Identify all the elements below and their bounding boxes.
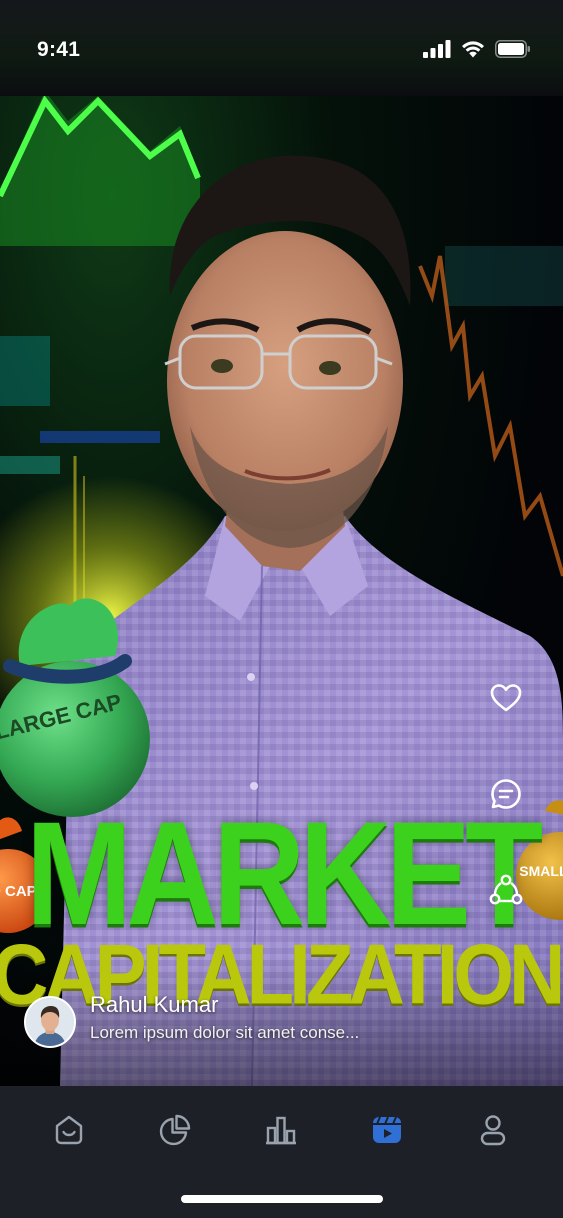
reel-caption[interactable]: Lorem ipsum dolor sit amet conse... [90, 1022, 359, 1044]
tab-markets[interactable] [261, 1110, 301, 1150]
home-icon [51, 1112, 87, 1148]
status-time: 9:41 [37, 38, 81, 61]
wifi-icon [461, 40, 485, 58]
tab-portfolio[interactable] [155, 1110, 195, 1150]
reels-screen: 9:41 LARGE CAP CAP SMALL MARKET CAPITALI… [0, 0, 563, 1218]
share-button[interactable] [488, 872, 524, 908]
pie-chart-icon [157, 1112, 193, 1148]
like-button[interactable] [488, 680, 524, 716]
heart-icon [488, 680, 524, 716]
bottom-tab-bar [0, 1086, 563, 1218]
share-icon [488, 872, 524, 908]
battery-icon [495, 40, 531, 58]
home-indicator[interactable] [181, 1195, 383, 1203]
avatar[interactable] [24, 996, 76, 1048]
tab-reels[interactable] [367, 1110, 407, 1150]
status-icons [423, 40, 531, 58]
reel-video[interactable]: LARGE CAP MID CAP SMALL CAP MARKET CAPIT… [0, 96, 563, 1086]
tab-profile[interactable] [473, 1110, 513, 1150]
tab-home[interactable] [49, 1110, 89, 1150]
bar-chart-icon [263, 1112, 299, 1148]
comment-button[interactable] [488, 776, 524, 812]
video-clapper-icon [369, 1112, 405, 1148]
user-icon [475, 1112, 511, 1148]
status-bar: 9:41 [0, 0, 563, 96]
reel-author[interactable]: Rahul Kumar Lorem ipsum dolor sit amet c… [24, 992, 359, 1048]
cellular-signal-icon [423, 40, 451, 58]
author-name[interactable]: Rahul Kumar [90, 992, 359, 1018]
author-text: Rahul Kumar Lorem ipsum dolor sit amet c… [90, 992, 359, 1044]
comment-icon [488, 776, 524, 812]
